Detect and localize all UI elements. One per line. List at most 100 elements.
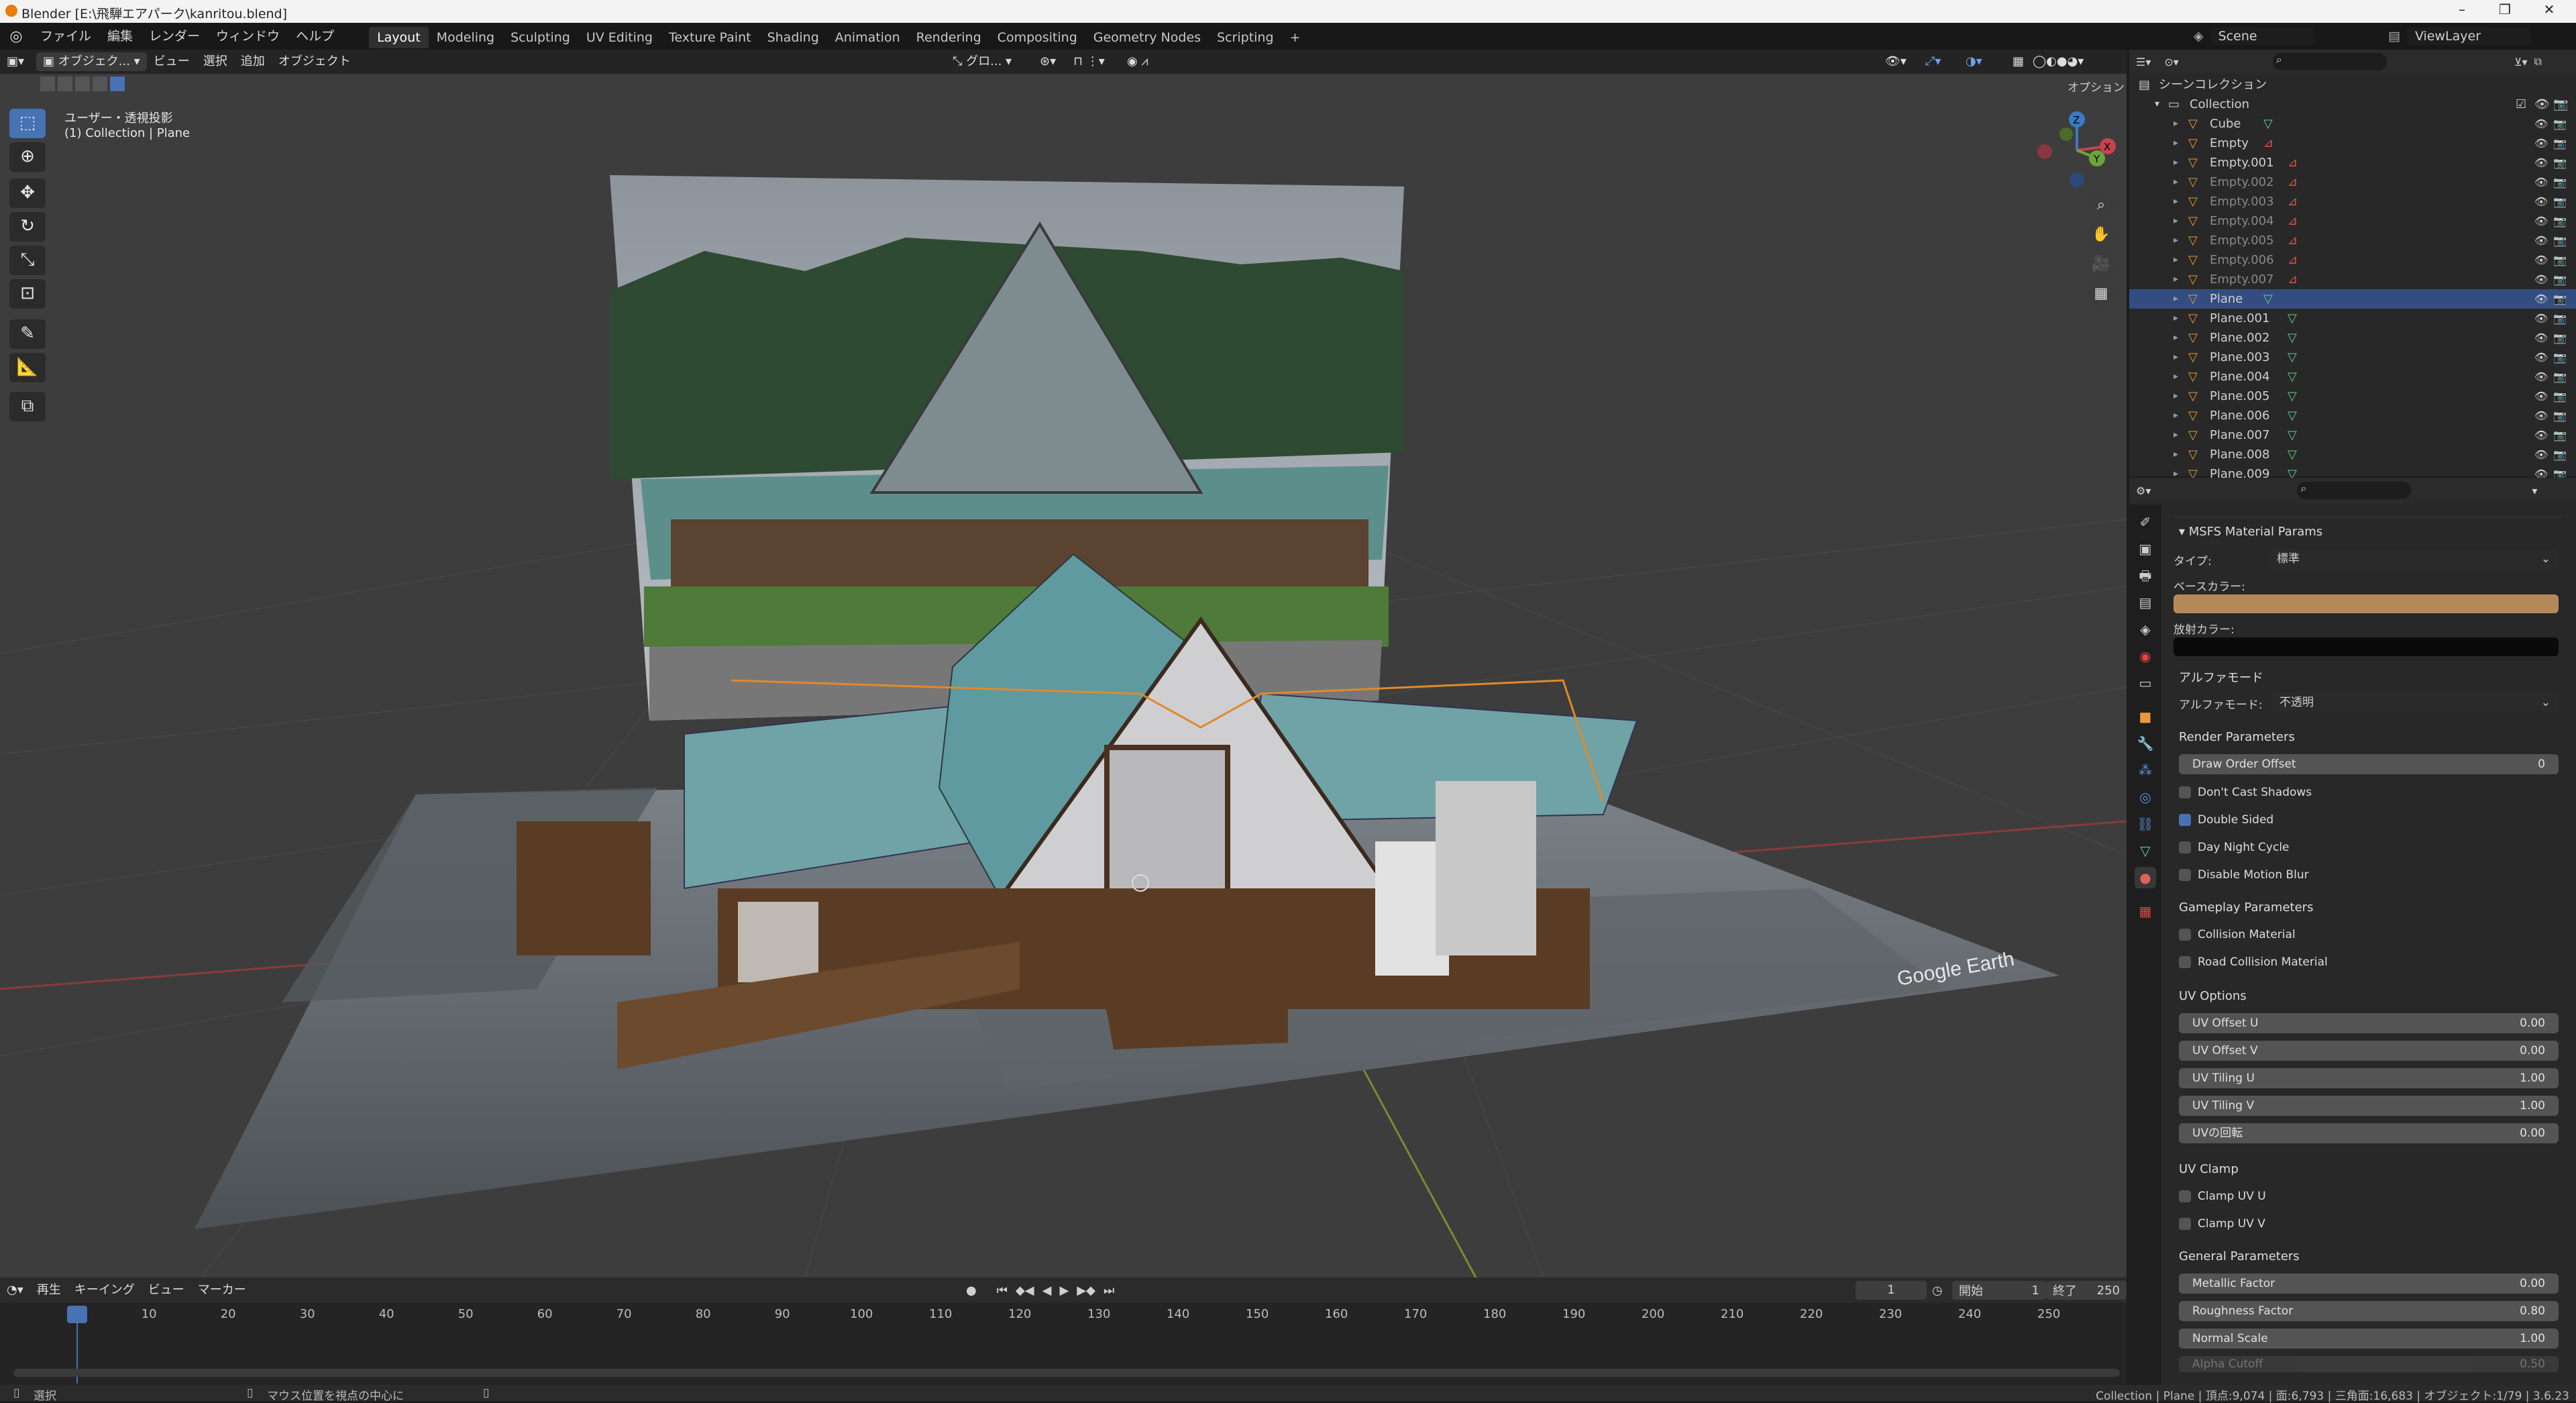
- visibility-eye-icon[interactable]: 👁: [2534, 328, 2548, 348]
- constraints-tab-icon[interactable]: ⛓: [2135, 813, 2156, 835]
- menu-item[interactable]: ヘルプ: [288, 23, 342, 50]
- render-camera-icon[interactable]: 📷: [2553, 250, 2567, 270]
- measure-tool[interactable]: 📐: [9, 353, 46, 382]
- emissive-color-swatch[interactable]: [2174, 637, 2559, 656]
- uv-field[interactable]: UV Tiling U 1.00: [2179, 1068, 2559, 1088]
- alpha-mode-dropdown[interactable]: 不透明 ⌄: [2271, 692, 2559, 713]
- output-tab-icon[interactable]: 🖶: [2135, 565, 2156, 586]
- clamp-uv-v-checkbox[interactable]: Clamp UV V: [2179, 1214, 2265, 1234]
- prev-keyframe-icon[interactable]: ◆◀: [1016, 1284, 1034, 1298]
- general-field[interactable]: Metallic Factor 0.00: [2179, 1274, 2559, 1294]
- timeline-menu-item[interactable]: キーイング: [68, 1281, 142, 1300]
- clamp-uv-u-checkbox[interactable]: Clamp UV U: [2179, 1186, 2266, 1206]
- empty-data-icon[interactable]: ⊿: [2288, 172, 2298, 192]
- render-camera-icon[interactable]: 📷: [2553, 386, 2567, 406]
- visibility-eye-icon[interactable]: 👁: [2534, 386, 2548, 406]
- viewport-menu-item[interactable]: 選択: [197, 52, 234, 71]
- visibility-eye-icon[interactable]: 👁: [2534, 425, 2548, 445]
- physics-tab-icon[interactable]: ◎: [2135, 786, 2156, 808]
- timeline-menu-item[interactable]: マーカー: [191, 1281, 253, 1300]
- render-camera-icon[interactable]: 📷: [2553, 270, 2567, 289]
- collision-material-checkbox[interactable]: Collision Material: [2179, 925, 2296, 945]
- expand-icon[interactable]: ▸: [2174, 270, 2178, 289]
- viewport-options-button[interactable]: オプション: [2068, 78, 2125, 95]
- empty-data-icon[interactable]: ⊿: [2263, 134, 2273, 153]
- visibility-eye-icon[interactable]: 👁: [2534, 270, 2548, 289]
- visibility-icon[interactable]: 👁▾: [1878, 52, 1913, 71]
- expand-icon[interactable]: ▸: [2174, 231, 2178, 250]
- render-camera-icon[interactable]: 📷: [2553, 192, 2567, 211]
- mesh-data-icon[interactable]: ▽: [2288, 406, 2297, 425]
- visibility-eye-icon[interactable]: 👁: [2534, 367, 2548, 386]
- general-field[interactable]: Roughness Factor 0.80: [2179, 1301, 2559, 1321]
- render-camera-icon[interactable]: 📷: [2553, 309, 2567, 328]
- filter-icon[interactable]: ⊻▾: [2514, 56, 2528, 68]
- expand-icon[interactable]: ▸: [2174, 445, 2178, 464]
- render-camera-icon[interactable]: 📷: [2553, 114, 2567, 134]
- menu-item[interactable]: ファイル: [32, 23, 99, 50]
- uv-field[interactable]: UV Tiling V 1.00: [2179, 1096, 2559, 1116]
- select-subtract-icon[interactable]: [75, 76, 90, 91]
- editor-type-button[interactable]: ▣▾: [0, 52, 31, 71]
- proportional-edit-icon[interactable]: ◉ ⩘: [1120, 52, 1155, 71]
- 3d-viewport[interactable]: Google Earth: [0, 50, 2127, 1278]
- timeline-menu-item[interactable]: 再生: [30, 1281, 68, 1300]
- visibility-eye-icon[interactable]: 👁: [2534, 211, 2548, 231]
- base-color-swatch[interactable]: [2174, 594, 2559, 613]
- outliner-item[interactable]: ▸ ▽ Plane.002 ▽ 👁 📷: [2129, 328, 2576, 348]
- properties-editor-icon[interactable]: ⚙▾: [2136, 484, 2151, 497]
- outliner-item[interactable]: ▸ ▽ Empty.006 ⊿ 👁 📷: [2129, 250, 2576, 270]
- expand-icon[interactable]: ▸: [2174, 134, 2178, 153]
- workspace-tab[interactable]: Shading: [759, 27, 827, 48]
- zoom-icon[interactable]: ⌕: [2088, 192, 2114, 219]
- outliner-item[interactable]: ▸ ▽ Cube ▽ 👁 📷: [2129, 114, 2576, 134]
- transform-orientation-selector[interactable]: ⤡ グロ... ▾: [946, 52, 1018, 71]
- visibility-eye-icon[interactable]: 👁: [2534, 192, 2548, 211]
- visibility-eye-icon[interactable]: 👁: [2534, 231, 2548, 250]
- general-field[interactable]: Normal Scale 1.00: [2179, 1329, 2559, 1349]
- outliner-item[interactable]: ▸ ▽ Empty.003 ⊿ 👁 📷: [2129, 192, 2576, 211]
- outliner-item[interactable]: ▸ ▽ Empty.001 ⊿ 👁 📷: [2129, 153, 2576, 172]
- expand-icon[interactable]: ▸: [2174, 386, 2178, 406]
- pan-hand-icon[interactable]: ✋: [2088, 221, 2114, 248]
- select-invert-icon[interactable]: [93, 76, 107, 91]
- cursor-tool[interactable]: ⊕: [9, 142, 46, 172]
- empty-data-icon[interactable]: ⊿: [2288, 211, 2298, 231]
- scale-tool[interactable]: ⤡: [9, 246, 46, 275]
- general-field[interactable]: Alpha Cutoff 0.50: [2179, 1356, 2559, 1372]
- menu-item[interactable]: レンダー: [141, 23, 208, 50]
- modifier-tab-icon[interactable]: 🔧: [2135, 733, 2156, 754]
- camera-icon[interactable]: 🎥: [2088, 251, 2114, 278]
- empty-data-icon[interactable]: ⊿: [2288, 250, 2298, 270]
- viewport-menu-item[interactable]: ビュー: [147, 52, 197, 71]
- visibility-eye-icon[interactable]: 👁: [2534, 134, 2548, 153]
- scene-tab-icon[interactable]: ◈: [2135, 619, 2156, 640]
- render-camera-icon[interactable]: 📷: [2553, 445, 2567, 464]
- outliner-item[interactable]: ▸ ▽ Plane.005 ▽ 👁 📷: [2129, 386, 2576, 406]
- current-frame-field[interactable]: 1: [1856, 1281, 1927, 1300]
- visibility-eye-icon[interactable]: 👁: [2534, 348, 2548, 367]
- overlay-toggle-icon[interactable]: ◑▾: [1959, 52, 1989, 71]
- expand-icon[interactable]: ▸: [2174, 153, 2178, 172]
- pivot-point-icon[interactable]: ⊛▾: [1033, 52, 1063, 71]
- properties-options-icon[interactable]: ▾: [2532, 484, 2537, 497]
- record-icon[interactable]: ●: [966, 1284, 977, 1298]
- properties-search-input[interactable]: ⌕: [2297, 482, 2412, 499]
- mesh-data-icon[interactable]: ▽: [2288, 367, 2297, 386]
- move-tool[interactable]: ✥: [9, 178, 46, 208]
- outliner-item[interactable]: ▸ ▽ Plane.008 ▽ 👁 📷: [2129, 445, 2576, 464]
- annotate-tool[interactable]: ✎: [9, 319, 46, 349]
- mode-selector[interactable]: ▣ オブジェク... ▾: [36, 52, 147, 71]
- render-tab-icon[interactable]: ▣: [2135, 538, 2156, 560]
- expand-icon[interactable]: ▸: [2174, 114, 2178, 134]
- view-layer-selector[interactable]: ▤ ViewLayer: [2388, 25, 2530, 47]
- maximize-button[interactable]: ❐: [2485, 1, 2525, 21]
- rotate-tool[interactable]: ↻: [9, 212, 46, 242]
- timeline-menu-item[interactable]: ビュー: [142, 1281, 191, 1300]
- scene-collection-row[interactable]: ▤ シーンコレクション: [2129, 75, 2576, 95]
- uv-field[interactable]: UVの回転 0.00: [2179, 1123, 2559, 1143]
- collection-expand-icon[interactable]: ▾: [2155, 95, 2159, 114]
- close-button[interactable]: ✕: [2529, 1, 2569, 21]
- render-camera-icon[interactable]: 📷: [2553, 367, 2567, 386]
- play-reverse-icon[interactable]: ◀: [1042, 1284, 1052, 1298]
